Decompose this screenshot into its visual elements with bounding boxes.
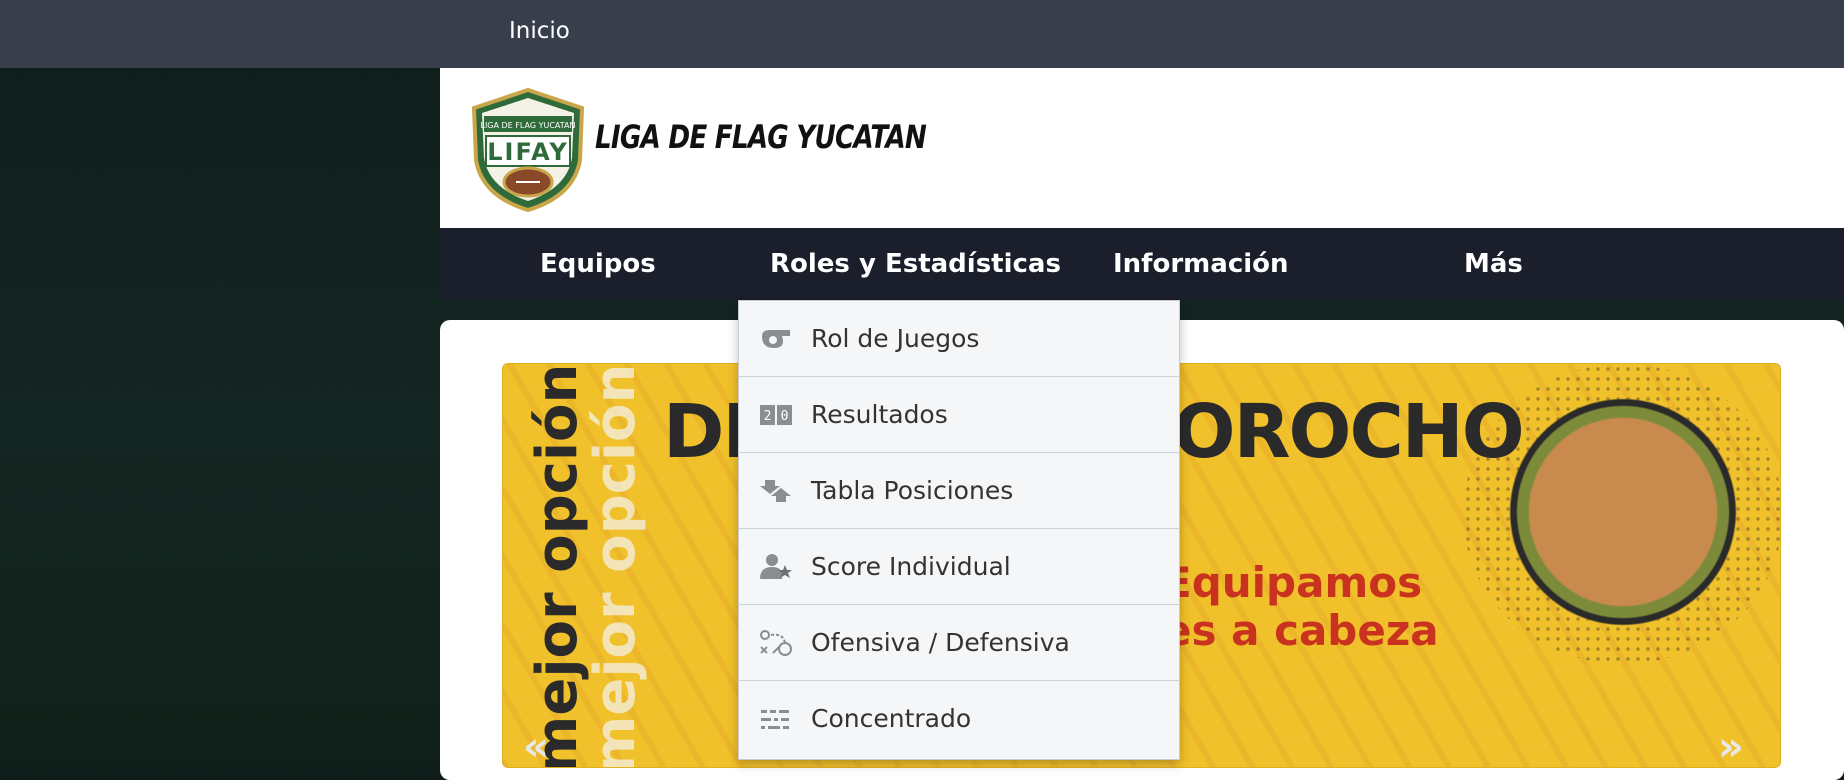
dropdown-item-label: Tabla Posiciones bbox=[811, 476, 1014, 505]
roles-dropdown-menu: Rol de Juegos 20 Resultados Tabla Posici… bbox=[738, 300, 1180, 760]
top-bar: Inicio bbox=[0, 0, 1844, 68]
carousel-prev-arrow[interactable]: « bbox=[523, 724, 549, 767]
nav-item-equipos[interactable]: Equipos bbox=[540, 249, 656, 279]
dropdown-item-label: Ofensiva / Defensiva bbox=[811, 628, 1070, 657]
banner-red-text: Equipamos es a cabeza bbox=[1163, 559, 1439, 655]
summary-list-icon bbox=[759, 702, 793, 736]
scoreboard-icon: 20 bbox=[759, 398, 793, 432]
dropdown-item-rol-de-juegos[interactable]: Rol de Juegos bbox=[739, 301, 1179, 377]
dropdown-item-resultados[interactable]: 20 Resultados bbox=[739, 377, 1179, 453]
dropdown-item-concentrado[interactable]: Concentrado bbox=[739, 681, 1179, 756]
dropdown-item-label: Rol de Juegos bbox=[811, 324, 980, 353]
dropdown-item-ofensiva-defensiva[interactable]: Ofensiva / Defensiva bbox=[739, 605, 1179, 681]
dropdown-item-score-individual[interactable]: Score Individual bbox=[739, 529, 1179, 605]
banner-vertical-text-shadow: mejor opción bbox=[583, 363, 648, 768]
banner-red-text-line2: es a cabeza bbox=[1163, 606, 1439, 655]
svg-text:0: 0 bbox=[781, 409, 789, 424]
banner-red-text-line1: Equipamos bbox=[1163, 558, 1423, 607]
site-title: LIGA DE FLAG YUCATAN bbox=[595, 118, 927, 156]
site-header: LIGA DE FLAG YUCATAN LIFAY LIGA DE FLAG … bbox=[440, 68, 1844, 228]
lifay-logo-badge[interactable]: LIGA DE FLAG YUCATAN LIFAY bbox=[470, 88, 586, 212]
dropdown-item-label: Score Individual bbox=[811, 552, 1011, 581]
nav-item-roles-estadisticas[interactable]: Roles y Estadísticas bbox=[770, 249, 1061, 279]
banner-vertical-text: mejor opción bbox=[525, 363, 590, 768]
nav-home-link[interactable]: Inicio bbox=[509, 18, 570, 44]
whistle-icon bbox=[759, 322, 793, 356]
main-navbar: Equipos Roles y Estadísticas Información… bbox=[440, 228, 1844, 300]
playbook-icon bbox=[759, 626, 793, 660]
carousel-next-arrow[interactable]: » bbox=[1718, 724, 1744, 767]
dropdown-item-tabla-posiciones[interactable]: Tabla Posiciones bbox=[739, 453, 1179, 529]
ranking-arrows-icon bbox=[759, 474, 793, 508]
dropdown-item-label: Concentrado bbox=[811, 704, 972, 733]
nav-item-informacion[interactable]: Información bbox=[1113, 249, 1289, 279]
nav-item-mas[interactable]: Más bbox=[1464, 249, 1523, 279]
svg-text:2: 2 bbox=[764, 409, 772, 424]
player-star-icon bbox=[759, 550, 793, 584]
banner-medallion-logo bbox=[1503, 392, 1743, 632]
logo-arc-text: LIGA DE FLAG YUCATAN bbox=[480, 121, 575, 130]
dropdown-item-label: Resultados bbox=[811, 400, 948, 429]
logo-letters: LIFAY bbox=[487, 138, 569, 166]
